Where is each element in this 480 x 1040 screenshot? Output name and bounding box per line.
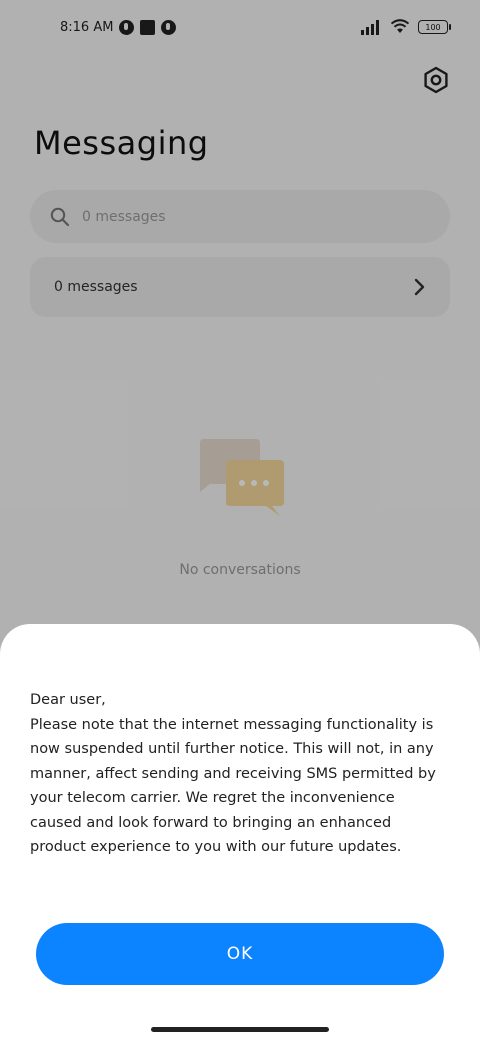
dialog-body: Please note that the internet messaging … bbox=[30, 716, 436, 856]
ok-button[interactable]: OK bbox=[36, 923, 444, 985]
dialog-message: Dear user, Please note that the internet… bbox=[30, 688, 450, 860]
home-indicator[interactable] bbox=[151, 1027, 329, 1032]
dialog-greeting: Dear user, bbox=[30, 692, 106, 708]
